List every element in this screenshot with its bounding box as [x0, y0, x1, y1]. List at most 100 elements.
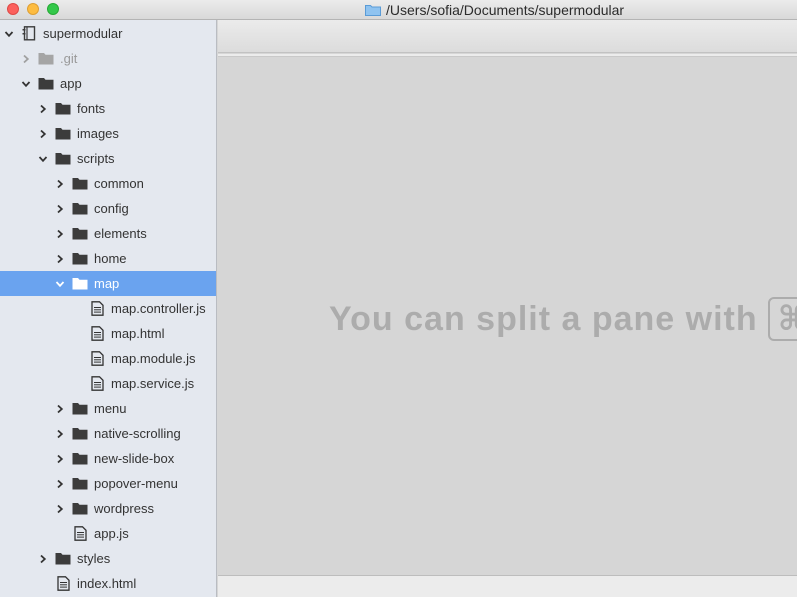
- tree-item-supermodular[interactable]: supermodular: [0, 21, 216, 46]
- folder-icon: [72, 202, 88, 216]
- folder-icon: [72, 427, 88, 441]
- tree-item-config[interactable]: config: [0, 196, 216, 221]
- tree-item-map[interactable]: map: [0, 271, 216, 296]
- tree-item-scripts[interactable]: scripts: [0, 146, 216, 171]
- tree-item-label: map.module.js: [111, 351, 196, 366]
- folder-icon: [72, 502, 88, 516]
- tree-item-styles[interactable]: styles: [0, 546, 216, 571]
- file-icon: [89, 351, 105, 366]
- chevron-down-icon[interactable]: [3, 28, 15, 40]
- chevron-right-icon[interactable]: [54, 228, 66, 240]
- tree-item-label: map.service.js: [111, 376, 195, 391]
- close-window-button[interactable]: [7, 3, 19, 15]
- tree-item-label: native-scrolling: [94, 426, 181, 441]
- tree-item-new-slide-box[interactable]: new-slide-box: [0, 446, 216, 471]
- tree-item-label: app: [60, 76, 82, 91]
- tree-item-label: config: [94, 201, 129, 216]
- tree-item-fonts[interactable]: fonts: [0, 96, 216, 121]
- folder-icon: [72, 452, 88, 466]
- tree-item-label: map.controller.js: [111, 301, 206, 316]
- tree-item-home[interactable]: home: [0, 246, 216, 271]
- tree-item-map-service-js[interactable]: map.service.js: [0, 371, 216, 396]
- folder-icon: [55, 552, 71, 566]
- tree-item-map-module-js[interactable]: map.module.js: [0, 346, 216, 371]
- folder-icon: [72, 477, 88, 491]
- project-tree-sidebar[interactable]: supermodular .git app fonts images scripts com…: [0, 20, 217, 597]
- folder-icon: [38, 52, 54, 66]
- chevron-right-icon[interactable]: [37, 103, 49, 115]
- chevron-down-icon[interactable]: [54, 278, 66, 290]
- tree-item-label: elements: [94, 226, 147, 241]
- folder-icon: [72, 277, 88, 291]
- tree-item-git[interactable]: .git: [0, 46, 216, 71]
- chevron-right-icon[interactable]: [54, 253, 66, 265]
- tree-item-menu[interactable]: menu: [0, 396, 216, 421]
- command-key-icon: ⌘: [777, 300, 797, 338]
- tree-item-index-html[interactable]: index.html: [0, 571, 216, 596]
- tree-item-label: home: [94, 251, 127, 266]
- tree-item-label: .git: [60, 51, 78, 66]
- command-key-badge: ⌘: [767, 297, 797, 341]
- tree-item-label: wordpress: [94, 501, 154, 516]
- folder-icon: [55, 127, 71, 141]
- chevron-right-icon[interactable]: [20, 53, 32, 65]
- chevron-down-icon[interactable]: [37, 153, 49, 165]
- folder-icon: [55, 152, 71, 166]
- tree-item-images[interactable]: images: [0, 121, 216, 146]
- tree-item-label: scripts: [77, 151, 115, 166]
- chevron-right-icon[interactable]: [54, 503, 66, 515]
- chevron-right-icon[interactable]: [54, 428, 66, 440]
- tree-item-label: new-slide-box: [94, 451, 175, 466]
- folder-icon: [72, 252, 88, 266]
- split-pane-hint-text: You can split a pane with: [329, 299, 758, 338]
- tree-item-elements[interactable]: elements: [0, 221, 216, 246]
- chevron-right-icon[interactable]: [54, 178, 66, 190]
- tree-item-app[interactable]: app: [0, 71, 216, 96]
- tree-item-label: map: [94, 276, 120, 291]
- tree-item-wordpress[interactable]: wordpress: [0, 496, 216, 521]
- folder-icon: [55, 102, 71, 116]
- chevron-right-icon[interactable]: [54, 453, 66, 465]
- folder-icon: [72, 177, 88, 191]
- tree-item-label: popover-menu: [94, 476, 178, 491]
- tree-item-common[interactable]: common: [0, 171, 216, 196]
- tree-item-label: images: [77, 126, 119, 141]
- chevron-right-icon[interactable]: [54, 403, 66, 415]
- folder-icon: [72, 402, 88, 416]
- file-icon: [89, 376, 105, 391]
- chevron-right-icon[interactable]: [54, 478, 66, 490]
- tree-item-popover-menu[interactable]: popover-menu: [0, 471, 216, 496]
- title-bar: /Users/sofia/Documents/supermodular: [0, 0, 797, 20]
- status-bar: [218, 575, 797, 597]
- tree-item-label: fonts: [77, 101, 106, 116]
- file-icon: [89, 301, 105, 316]
- file-icon: [89, 326, 105, 341]
- window-title: /Users/sofia/Documents/supermodular: [386, 2, 625, 18]
- tree-item-label: map.html: [111, 326, 165, 341]
- zoom-window-button[interactable]: [47, 3, 59, 15]
- repository-icon: [21, 26, 37, 41]
- chevron-right-icon[interactable]: [54, 203, 66, 215]
- editor-tab-bar[interactable]: [218, 20, 797, 53]
- tree-item-label: styles: [77, 551, 111, 566]
- tree-item-app-js[interactable]: app.js: [0, 521, 216, 546]
- tree-item-native-scrolling[interactable]: native-scrolling: [0, 421, 216, 446]
- tree-item-label: supermodular: [43, 26, 123, 41]
- window-title-group: /Users/sofia/Documents/supermodular: [365, 0, 624, 20]
- minimize-window-button[interactable]: [27, 3, 39, 15]
- chevron-right-icon[interactable]: [37, 128, 49, 140]
- tree-item-label: app.js: [94, 526, 129, 541]
- tree-item-map-html[interactable]: map.html: [0, 321, 216, 346]
- file-icon: [55, 576, 71, 591]
- chevron-down-icon[interactable]: [20, 78, 32, 90]
- tree-item-map-controller-js[interactable]: map.controller.js: [0, 296, 216, 321]
- editor-pane[interactable]: You can split a pane with ⌘: [218, 57, 797, 575]
- chevron-right-icon[interactable]: [37, 553, 49, 565]
- tree-item-label: menu: [94, 401, 127, 416]
